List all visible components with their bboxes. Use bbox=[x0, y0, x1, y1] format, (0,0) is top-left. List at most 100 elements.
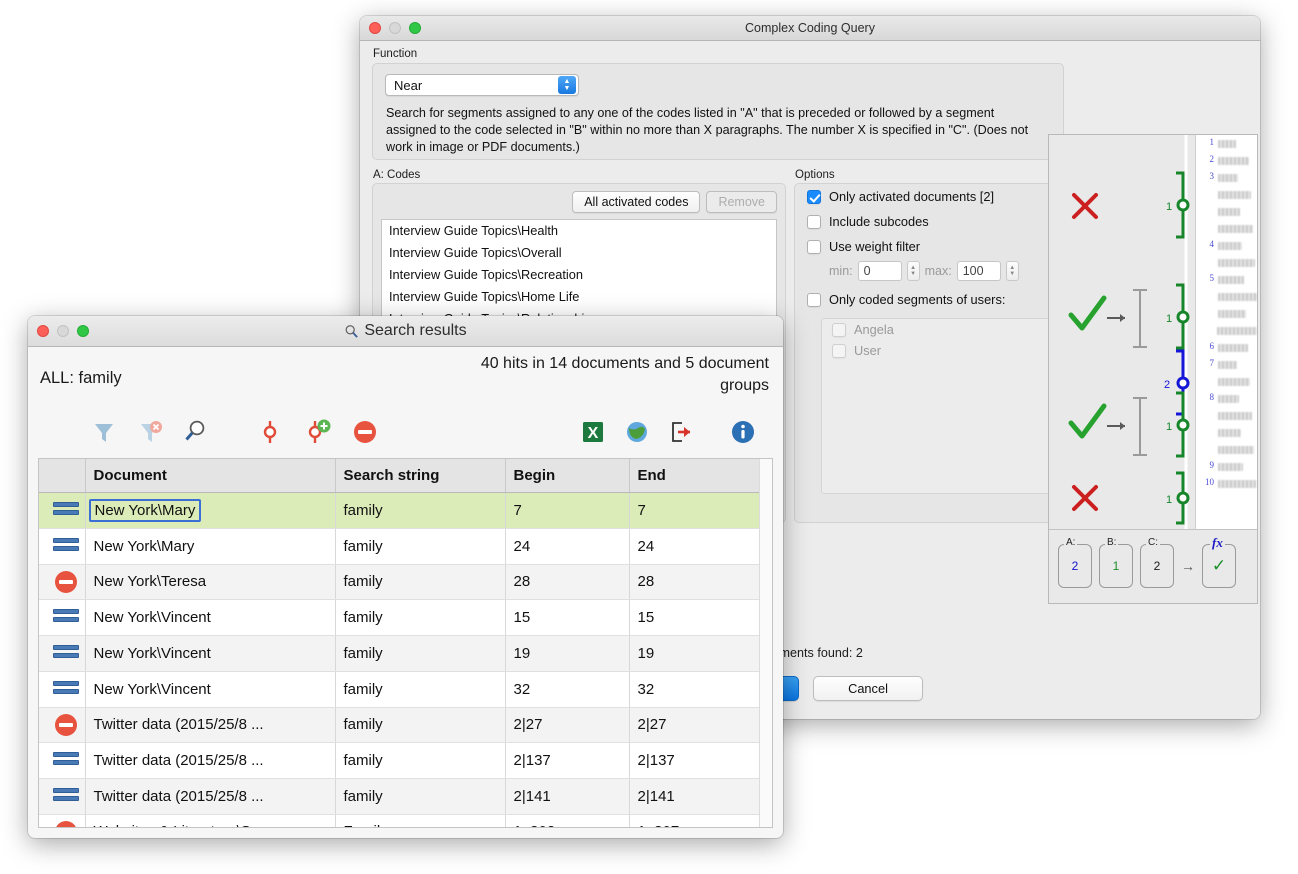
weight-max-stepper[interactable]: ▲▼ bbox=[1006, 261, 1019, 281]
table-row[interactable]: New York\Vincentfamily3232 bbox=[39, 671, 772, 707]
export-icon[interactable] bbox=[668, 419, 696, 445]
cell-document[interactable]: New York\Vincent bbox=[85, 635, 335, 671]
code-marker-icon[interactable] bbox=[258, 418, 282, 446]
option-checkbox[interactable] bbox=[807, 190, 821, 204]
cell-document[interactable]: Websites & Literature\Sp... bbox=[85, 814, 335, 828]
arrow-right-icon: → bbox=[1181, 558, 1195, 574]
cell-end: 15 bbox=[629, 599, 772, 635]
function-description: Search for segments assigned to any one … bbox=[386, 105, 1046, 156]
memo-icon[interactable] bbox=[53, 642, 79, 661]
table-row[interactable]: Twitter data (2015/25/8 ...family2|272|2… bbox=[39, 707, 772, 742]
filter-icon[interactable] bbox=[90, 418, 118, 446]
vertical-scrollbar[interactable] bbox=[759, 459, 772, 827]
code-list-item[interactable]: Interview Guide Topics\Health bbox=[382, 220, 776, 242]
cell-icon[interactable] bbox=[39, 707, 85, 742]
cancel-button[interactable]: Cancel bbox=[813, 676, 923, 701]
column-header[interactable]: Search string bbox=[335, 459, 505, 492]
info-icon[interactable] bbox=[730, 419, 756, 445]
weight-min-stepper[interactable]: ▲▼ bbox=[907, 261, 920, 281]
memo-icon[interactable] bbox=[53, 678, 79, 697]
cell-icon[interactable] bbox=[39, 564, 85, 599]
blurred-text bbox=[1218, 208, 1240, 216]
line-number: 10 bbox=[1196, 477, 1214, 487]
option-row[interactable]: Include subcodes bbox=[795, 209, 1063, 234]
memo-icon[interactable] bbox=[53, 535, 79, 554]
blurred-text bbox=[1218, 225, 1253, 233]
document-preview-line bbox=[1196, 256, 1257, 273]
cell-icon[interactable] bbox=[39, 671, 85, 707]
only-coded-users-checkbox[interactable] bbox=[807, 293, 821, 307]
weight-max-input[interactable]: 100 bbox=[957, 261, 1001, 281]
cell-document[interactable]: New York\Mary bbox=[85, 492, 335, 528]
option-row[interactable]: Only activated documents [2] bbox=[795, 184, 1063, 209]
document-preview-line bbox=[1196, 222, 1257, 239]
cell-icon[interactable] bbox=[39, 528, 85, 564]
user-row[interactable]: Angela bbox=[822, 319, 1050, 340]
cell-document[interactable]: New York\Vincent bbox=[85, 599, 335, 635]
memo-icon[interactable] bbox=[53, 606, 79, 625]
cell-document[interactable]: New York\Mary bbox=[85, 528, 335, 564]
table-row[interactable]: New York\Maryfamily77 bbox=[39, 492, 772, 528]
table-row[interactable]: New York\Teresafamily2828 bbox=[39, 564, 772, 599]
chevron-updown-icon[interactable]: ▲▼ bbox=[558, 76, 576, 94]
user-row[interactable]: User bbox=[822, 340, 1050, 361]
code-list-item[interactable]: Interview Guide Topics\Recreation bbox=[382, 264, 776, 286]
all-activated-codes-button[interactable]: All activated codes bbox=[572, 191, 700, 213]
results-table-container[interactable]: DocumentSearch stringBeginEnd New York\M… bbox=[38, 458, 773, 828]
stop-icon[interactable] bbox=[55, 571, 77, 593]
stop-icon[interactable] bbox=[55, 821, 77, 829]
document-preview-strip: 12345678910 bbox=[1195, 135, 1257, 529]
users-list[interactable]: AngelaUser bbox=[821, 318, 1051, 494]
cell-document[interactable]: Twitter data (2015/25/8 ... bbox=[85, 778, 335, 814]
memo-icon[interactable] bbox=[53, 785, 79, 804]
html-export-icon[interactable] bbox=[624, 419, 650, 445]
focused-cell[interactable]: New York\Mary bbox=[89, 499, 202, 522]
cell-document[interactable]: New York\Vincent bbox=[85, 671, 335, 707]
remove-icon[interactable] bbox=[352, 419, 378, 445]
code-list-item[interactable]: Interview Guide Topics\Home Life bbox=[382, 286, 776, 308]
search-icon[interactable] bbox=[182, 418, 210, 446]
cell-document[interactable]: Twitter data (2015/25/8 ... bbox=[85, 742, 335, 778]
table-body[interactable]: New York\Maryfamily77New York\Maryfamily… bbox=[39, 492, 772, 828]
column-header[interactable]: End bbox=[629, 459, 772, 492]
option-row[interactable]: Use weight filter bbox=[795, 234, 1063, 259]
document-preview-line: 2 bbox=[1196, 154, 1257, 171]
column-header[interactable]: Begin bbox=[505, 459, 629, 492]
table-row[interactable]: New York\Maryfamily2424 bbox=[39, 528, 772, 564]
cell-end: 28 bbox=[629, 564, 772, 599]
option-checkbox[interactable] bbox=[807, 240, 821, 254]
cell-icon[interactable] bbox=[39, 635, 85, 671]
user-checkbox[interactable] bbox=[832, 323, 846, 337]
cell-document[interactable]: New York\Teresa bbox=[85, 564, 335, 599]
excel-export-icon[interactable]: X bbox=[580, 419, 606, 445]
options-group-label: Options bbox=[782, 165, 835, 184]
cell-icon[interactable] bbox=[39, 492, 85, 528]
cell-icon[interactable] bbox=[39, 778, 85, 814]
table-row[interactable]: Twitter data (2015/25/8 ...family2|1412|… bbox=[39, 778, 772, 814]
memo-icon[interactable] bbox=[53, 749, 79, 768]
cell-icon[interactable] bbox=[39, 599, 85, 635]
table-row[interactable]: New York\Vincentfamily1515 bbox=[39, 599, 772, 635]
table-row[interactable]: New York\Vincentfamily1919 bbox=[39, 635, 772, 671]
filter-remove-icon[interactable] bbox=[136, 418, 166, 446]
cell-begin: 15 bbox=[505, 599, 629, 635]
function-select[interactable]: Near ▲▼ bbox=[385, 74, 579, 96]
table-row[interactable]: Websites & Literature\Sp...Family1: 3021… bbox=[39, 814, 772, 828]
memo-icon[interactable] bbox=[53, 499, 79, 518]
cell-icon[interactable] bbox=[39, 742, 85, 778]
weight-min-input[interactable]: 0 bbox=[858, 261, 902, 281]
cell-document[interactable]: Twitter data (2015/25/8 ... bbox=[85, 707, 335, 742]
user-checkbox[interactable] bbox=[832, 344, 846, 358]
cell-icon[interactable] bbox=[39, 814, 85, 828]
table-row[interactable]: Twitter data (2015/25/8 ...family2|1372|… bbox=[39, 742, 772, 778]
code-list-item[interactable]: Interview Guide Topics\Overall bbox=[382, 242, 776, 264]
search-titlebar: Search results bbox=[28, 316, 783, 347]
document-preview-line: 1 bbox=[1196, 137, 1257, 154]
option-checkbox[interactable] bbox=[807, 215, 821, 229]
stop-icon[interactable] bbox=[55, 714, 77, 736]
column-header[interactable]: Document bbox=[85, 459, 335, 492]
column-header[interactable] bbox=[39, 459, 85, 492]
remove-code-button[interactable]: Remove bbox=[706, 191, 777, 213]
code-add-icon[interactable] bbox=[304, 418, 334, 446]
only-coded-users-option[interactable]: Only coded segments of users: bbox=[795, 287, 1063, 312]
